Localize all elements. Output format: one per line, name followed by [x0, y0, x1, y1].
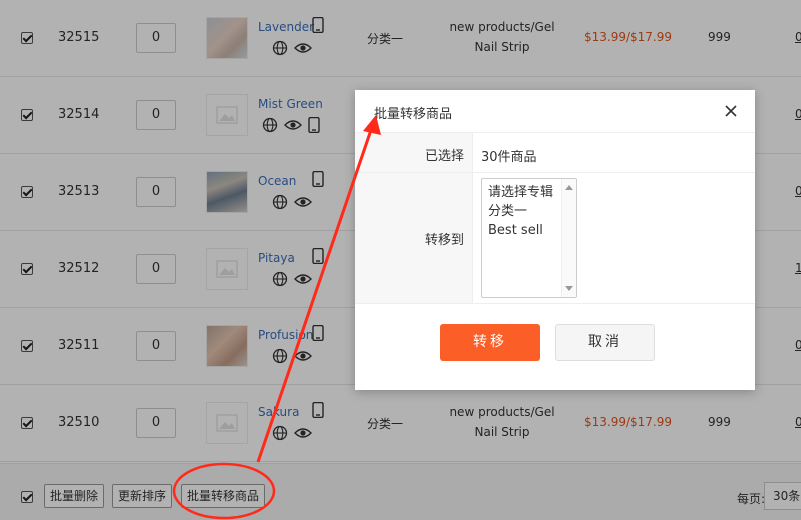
scroll-down-icon[interactable]: [565, 286, 573, 291]
dialog-title: 批量转移商品: [374, 107, 453, 122]
target-album-listbox[interactable]: 请选择专辑 分类一 Best sell: [481, 178, 577, 298]
listbox-scrollbar[interactable]: [561, 179, 576, 297]
dialog-header: 批量转移商品: [355, 90, 755, 133]
move-to-row: 转移到 请选择专辑 分类一 Best sell: [355, 173, 755, 304]
confirm-move-button[interactable]: 转移: [440, 324, 540, 361]
close-icon[interactable]: [722, 102, 740, 120]
scroll-up-icon[interactable]: [565, 185, 573, 190]
selected-row: 已选择 30件商品: [355, 133, 755, 173]
bulk-move-dialog: 批量转移商品 已选择 30件商品 转移到 请选择专辑 分类一 Best sell…: [355, 90, 755, 390]
cancel-button[interactable]: 取消: [555, 324, 655, 361]
move-to-label: 转移到: [424, 233, 464, 248]
selected-value: 30件商品: [481, 150, 537, 165]
selected-label: 已选择: [424, 149, 464, 164]
